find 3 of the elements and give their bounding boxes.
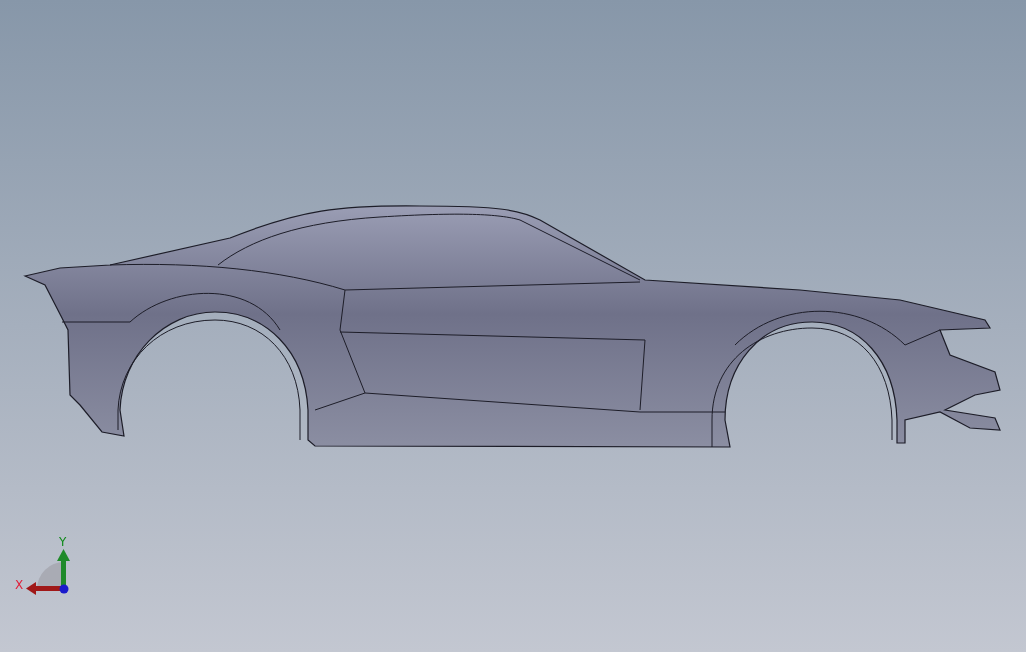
y-axis-label: Y	[59, 535, 67, 549]
axis-triad-icon	[26, 549, 70, 595]
x-axis-label: X	[15, 578, 24, 592]
